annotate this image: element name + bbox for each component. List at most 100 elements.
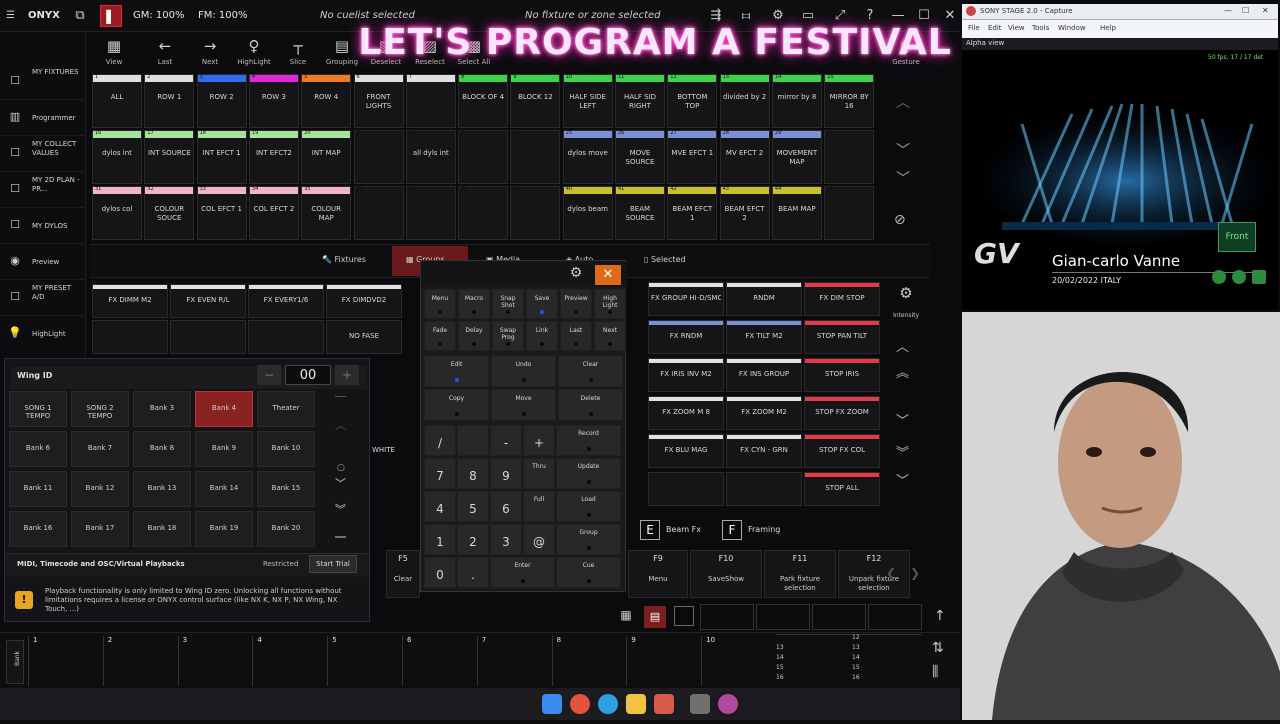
group-cell[interactable]: 36: [353, 186, 404, 240]
tab-fixtures[interactable]: 🔦 Fixtures: [322, 246, 366, 276]
keypad-function-key[interactable]: Swap Prog: [492, 321, 524, 351]
group-cell[interactable]: 33 COL EFCT 1: [196, 186, 247, 240]
group-cell[interactable]: 43 BEAM EFCT 2: [719, 186, 770, 240]
slot-1[interactable]: [700, 604, 754, 630]
scroll-down-icon[interactable]: ﹀: [335, 475, 346, 491]
empty-preset-cell[interactable]: [170, 320, 246, 354]
fx-preset-cell[interactable]: FX CYN - GRN: [726, 434, 802, 468]
bank-cell[interactable]: Bank 12: [71, 471, 129, 507]
chevron-left-icon[interactable]: ❮: [886, 566, 896, 580]
intensity-panel[interactable]: ⚙ Intensity: [892, 284, 920, 321]
playback-fader[interactable]: 5: [327, 636, 401, 686]
keypad-key[interactable]: /: [424, 425, 456, 456]
start-trial-button[interactable]: Start Trial: [309, 555, 357, 573]
playback-fader[interactable]: 7: [476, 636, 551, 686]
white-preset[interactable]: WHITE: [372, 446, 395, 454]
f5-key[interactable]: F5 Clear: [386, 550, 420, 598]
faders-icon[interactable]: ⫼: [932, 664, 938, 680]
group-cell[interactable]: 35 COLOUR MAP: [301, 186, 352, 240]
keypad-key[interactable]: Thru: [523, 458, 555, 489]
capture-app-icon[interactable]: [718, 694, 738, 714]
fx-preset-cell[interactable]: FX DIM STOP: [804, 282, 880, 316]
wing-id-input[interactable]: 00: [285, 365, 331, 385]
keypad-function-key[interactable]: Menu: [424, 289, 456, 319]
group-cell[interactable]: 12 BOTTOM TOP: [667, 74, 718, 128]
keypad-edit-key[interactable]: Delete: [558, 389, 623, 421]
fx-preset-cell[interactable]: FX EVERY1/6: [248, 284, 324, 318]
group-cell[interactable]: 41 BEAM SOURCE: [615, 186, 665, 240]
fx-preset-cell[interactable]: FX GROUP HI-D/SMOOTH: [648, 282, 724, 316]
bank-cell[interactable]: Bank 16: [9, 511, 67, 547]
keypad-key[interactable]: Enter: [490, 557, 555, 588]
fx-preset-cell[interactable]: FX EVEN R/L: [170, 284, 246, 318]
group-cell[interactable]: 30: [824, 130, 875, 184]
group-cell[interactable]: 44 BEAM MAP: [771, 186, 822, 240]
menu-tools[interactable]: Tools: [1032, 24, 1049, 32]
keypad-key[interactable]: -: [490, 425, 522, 456]
menu-icon[interactable]: ☰: [6, 10, 15, 21]
f12-key[interactable]: F12 Unpark fixture selection: [838, 550, 910, 598]
fx-preset-cell[interactable]: STOP FX ZOOM: [804, 396, 880, 430]
keypad-edit-key[interactable]: Copy: [424, 389, 489, 421]
wing-increment[interactable]: +: [335, 365, 359, 385]
bank-cell[interactable]: Bank 3: [133, 391, 191, 427]
fx-preset-cell[interactable]: NO FASE: [326, 320, 402, 354]
group-cell[interactable]: 40 dylos beam: [562, 186, 613, 240]
bank-cell[interactable]: Bank 9: [195, 431, 253, 467]
group-cell[interactable]: 7: [405, 74, 456, 128]
slot-3[interactable]: [812, 604, 866, 630]
keypad-function-key[interactable]: Link: [526, 321, 558, 351]
keypad-key[interactable]: Record: [556, 425, 621, 456]
playback-fader[interactable]: 3: [177, 636, 252, 686]
framing-key[interactable]: F: [722, 520, 742, 540]
list-view-icon[interactable]: ▤: [644, 606, 666, 628]
fx-preset-cell[interactable]: STOP IRIS: [804, 358, 880, 392]
keypad-function-key[interactable]: Save: [526, 289, 558, 319]
chrome-icon[interactable]: [570, 694, 590, 714]
fx-preset-cell[interactable]: RNDM: [726, 282, 802, 316]
fx-preset-cell[interactable]: FX RNDM: [648, 320, 724, 354]
group-cell[interactable]: 31 dylos col: [92, 186, 142, 240]
playback-fader[interactable]: 2: [102, 636, 177, 686]
group-cell[interactable]: 25 dylos move: [562, 130, 613, 184]
keypad-key[interactable]: Group: [556, 524, 621, 555]
app-icon[interactable]: [654, 694, 674, 714]
group-cell[interactable]: 24: [510, 130, 561, 184]
keypad-key[interactable]: Load: [556, 491, 621, 522]
bank-cell[interactable]: Bank 19: [195, 511, 253, 547]
f11-key[interactable]: F11 Park fixture selection: [764, 550, 836, 598]
scroll-down-icon[interactable]: ﹀: [896, 140, 910, 160]
fx-preset-cell[interactable]: FX ZOOM M 8: [648, 396, 724, 430]
fx-preset-cell[interactable]: [648, 472, 724, 506]
scroll-up-icon[interactable]: ︿: [335, 417, 346, 433]
group-cell[interactable]: 1 ALL: [92, 74, 142, 128]
group-cell[interactable]: 45: [824, 186, 875, 240]
sidebar-item-highlight[interactable]: 💡 HighLight: [0, 316, 86, 352]
keypad-key[interactable]: 1: [424, 524, 456, 555]
fx-preset-cell[interactable]: FX DIMDVD2: [326, 284, 402, 318]
eye-off-icon[interactable]: ⊘: [894, 212, 906, 228]
playback-fader[interactable]: 1: [28, 636, 102, 686]
playback-fader[interactable]: 10: [701, 636, 775, 686]
playback-fader[interactable]: 4: [252, 636, 326, 686]
bank-cell[interactable]: Bank 18: [133, 511, 191, 547]
fx-preset-cell[interactable]: STOP FX COL: [804, 434, 880, 468]
group-cell[interactable]: 14 mirror by 8: [771, 74, 822, 128]
group-cell[interactable]: 38: [458, 186, 509, 240]
group-cell[interactable]: 5 ROW 4: [301, 74, 352, 128]
sidebar-item-programmer[interactable]: ▥ Programmer: [0, 100, 86, 136]
keypad-key[interactable]: 9: [490, 458, 522, 489]
keypad-key[interactable]: 0: [424, 557, 456, 588]
bank-button[interactable]: Bank: [6, 640, 24, 684]
capture-maximize-icon[interactable]: ☐: [1242, 6, 1249, 15]
chevron-right-icon[interactable]: ❯: [910, 566, 920, 580]
keypad-edit-key[interactable]: Move: [491, 389, 556, 421]
group-cell[interactable]: 4 ROW 3: [248, 74, 299, 128]
bank-cell[interactable]: Bank 8: [133, 431, 191, 467]
group-cell[interactable]: 26 MOVE SOURCE: [615, 130, 665, 184]
slot-2[interactable]: [756, 604, 810, 630]
bank-cell[interactable]: Bank 6: [9, 431, 67, 467]
group-cell[interactable]: 13 divided by 2: [719, 74, 770, 128]
wing-decrement[interactable]: −: [257, 365, 281, 385]
keypad-gear-icon[interactable]: ⚙: [565, 265, 587, 285]
